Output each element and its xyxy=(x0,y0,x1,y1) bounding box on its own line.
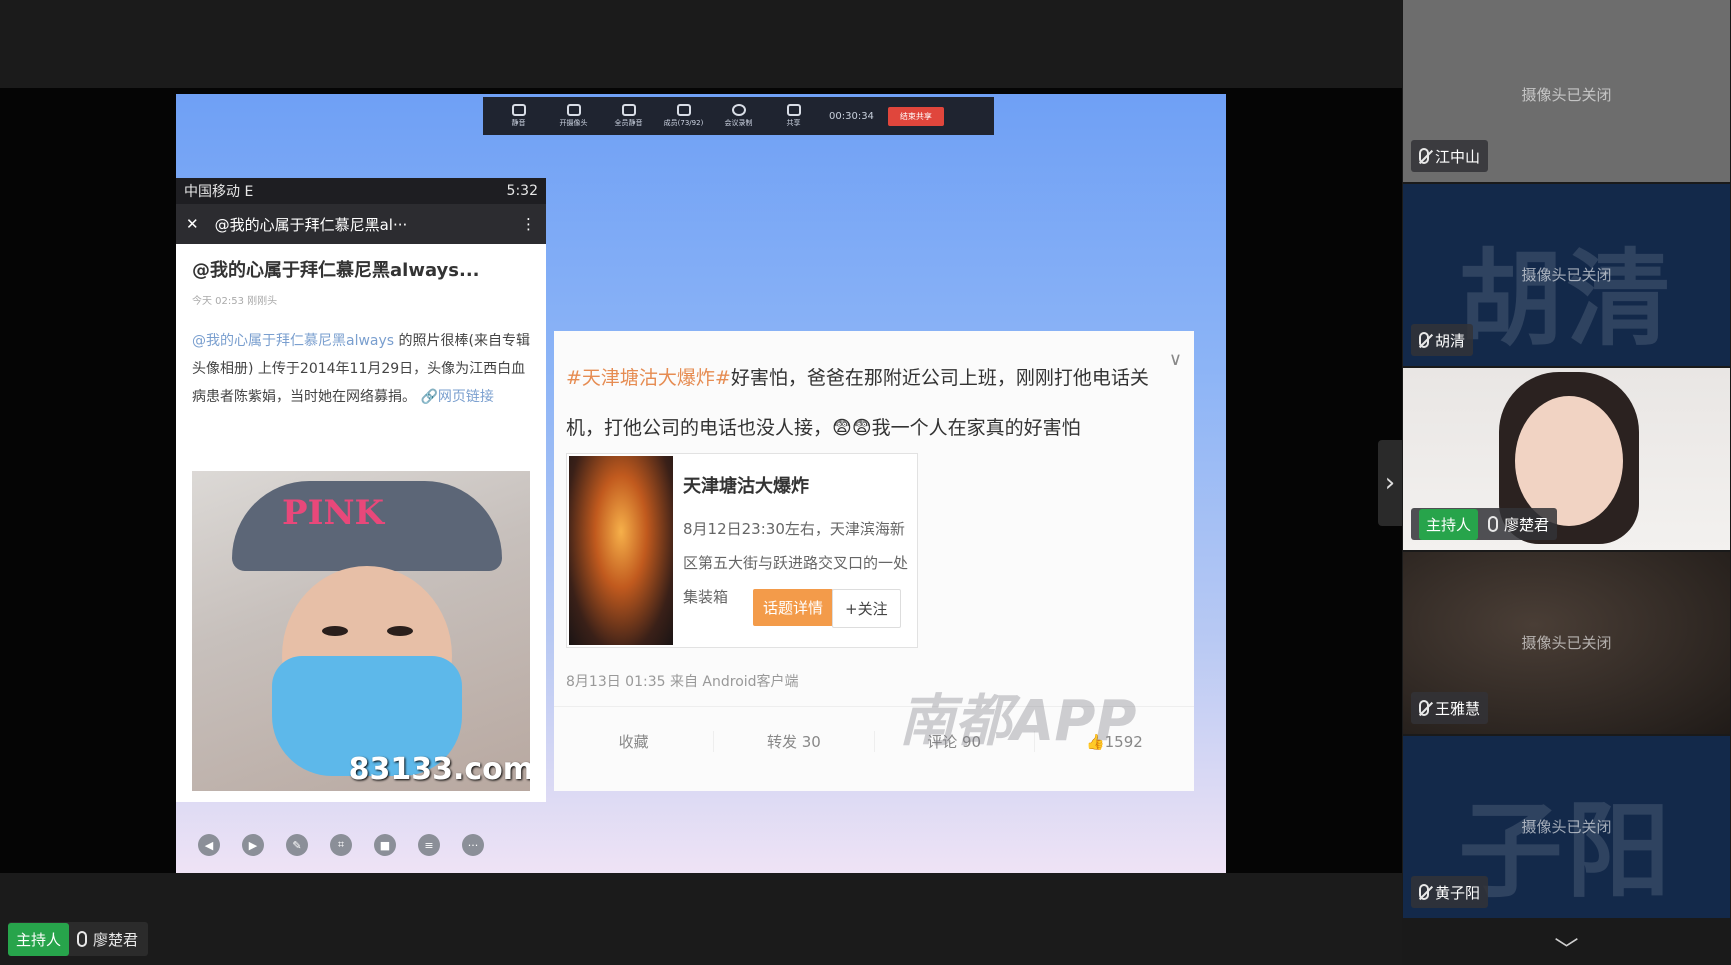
meeting-toolbar: 静音 开摄像头 全员静音 成员(73/92) 会议录制 共享 00:30:34 … xyxy=(483,97,994,135)
phone-screenshot: 中国移动 E 5:32 ✕ @我的心属于拜仁慕尼黑al··· ⋮ @我的心属于拜… xyxy=(176,178,546,802)
participant-panel: ︿ 摄像头已关闭 江中山 胡清 摄像头已关闭 胡清 主持人廖楚君 摄像头已关闭 … xyxy=(1402,0,1731,965)
participant-tile[interactable]: 主持人 廖楚君 xyxy=(1403,368,1730,550)
camera-button[interactable]: 开摄像头 xyxy=(546,104,601,128)
next-icon[interactable]: ▶ xyxy=(242,834,264,856)
record-button[interactable]: 会议录制 xyxy=(711,104,766,128)
mic-muted-icon xyxy=(1419,332,1429,348)
pen-icon[interactable]: ✎ xyxy=(286,834,308,856)
camera-off-label: 摄像头已关闭 xyxy=(1521,634,1612,652)
members-icon xyxy=(676,104,691,116)
phone-nav-title: @我的心属于拜仁慕尼黑al··· xyxy=(214,215,408,234)
topic-detail-button: 话题详情 xyxy=(753,589,834,626)
video-face-shape xyxy=(1515,396,1623,526)
post-meta: 今天 02:53 刚刚头 xyxy=(192,296,278,307)
phone-time: 5:32 xyxy=(506,183,538,199)
mute-all-button[interactable]: 全员静音 xyxy=(601,104,656,128)
meeting-timer: 00:30:34 xyxy=(829,110,874,122)
post-title: @我的心属于拜仁慕尼黑always... xyxy=(192,260,480,281)
mic-muted-icon xyxy=(1419,884,1429,900)
emoji-icon: 😨😨 xyxy=(832,417,872,439)
chevron-down-icon[interactable]: ﹀ xyxy=(1402,930,1731,965)
collapse-panel-button[interactable]: › xyxy=(1378,440,1402,526)
participant-nametag: 王雅慧 xyxy=(1411,692,1489,724)
photo-watermark: 83133.com xyxy=(348,752,530,787)
participant-tile[interactable]: 子阳 摄像头已关闭 黄子阳 xyxy=(1403,736,1730,918)
post-link: 网页链接 xyxy=(437,389,494,405)
carrier-label: 中国移动 E xyxy=(184,184,254,200)
weibo-post: #天津塘沽大爆炸#好害怕，爸爸在那附近公司上班，刚刚打他电话关机，打他公司的电话… xyxy=(554,331,1194,791)
share-screen-icon xyxy=(786,104,801,116)
participant-nametag: 黄子阳 xyxy=(1411,876,1489,908)
participant-nametag: 主持人 廖楚君 xyxy=(1411,508,1558,540)
follow-button: +关注 xyxy=(832,589,901,628)
repost-action: 转发 30 xyxy=(714,731,875,752)
share-button[interactable]: 共享 xyxy=(766,104,821,128)
screenshot-icon[interactable]: ⌗ xyxy=(330,834,352,856)
explosion-image xyxy=(569,456,673,645)
mic-icon xyxy=(77,931,88,947)
link-icon: 🔗 xyxy=(420,389,438,405)
more-icon[interactable]: ··· xyxy=(462,834,484,856)
shared-slide: 静音 开摄像头 全员静音 成员(73/92) 会议录制 共享 00:30:34 … xyxy=(176,94,1226,873)
camera-icon xyxy=(566,104,581,116)
chevron-down-icon: ∨ xyxy=(1168,349,1182,370)
weibo-text: #天津塘沽大爆炸#好害怕，爸爸在那附近公司上班，刚刚打他电话关机，打他公司的电话… xyxy=(566,367,1149,439)
more-icon: ⋮ xyxy=(521,215,536,233)
news-title: 天津塘沽大爆炸 xyxy=(683,476,809,497)
eye-right xyxy=(387,626,413,636)
weibo-watermark: 南都APP xyxy=(899,689,1137,754)
close-icon: ✕ xyxy=(186,215,199,233)
mic-icon xyxy=(1488,516,1499,532)
participant-nametag: 胡清 xyxy=(1411,324,1474,356)
mic-muted-icon xyxy=(1419,700,1429,716)
phone-nav-bar: ✕ @我的心属于拜仁慕尼黑al··· ⋮ xyxy=(176,204,546,244)
shared-screen-frame: 静音 开摄像头 全员静音 成员(73/92) 会议录制 共享 00:30:34 … xyxy=(0,88,1402,873)
mic-muted-icon xyxy=(1419,148,1429,164)
members-button[interactable]: 成员(73/92) xyxy=(656,104,711,128)
camera-off-label: 摄像头已关闭 xyxy=(1521,818,1612,836)
chevron-right-icon: › xyxy=(1384,468,1396,498)
post-mention: @我的心属于拜仁慕尼黑always xyxy=(192,333,395,349)
host-name: 廖楚君 xyxy=(93,930,139,949)
people-icon xyxy=(621,104,636,116)
mic-icon xyxy=(511,104,526,116)
cap-logo: PINK xyxy=(282,493,385,533)
weibo-hashtag: #天津塘沽大爆炸# xyxy=(566,367,731,389)
favorite-action: 收藏 xyxy=(554,731,715,752)
subtitle-icon[interactable]: ≡ xyxy=(418,834,440,856)
active-speaker-label: 主持人 廖楚君 xyxy=(8,922,149,956)
weibo-time: 8月13日 01:35 来自 Android客户端 xyxy=(566,674,799,690)
mute-button[interactable]: 静音 xyxy=(491,104,546,128)
camera-off-label: 摄像头已关闭 xyxy=(1521,266,1612,284)
participant-tile[interactable]: 胡清 摄像头已关闭 胡清 xyxy=(1403,184,1730,366)
news-card: 天津塘沽大爆炸 8月12日23:30左右，天津滨海新区第五大街与跃进路交叉口的一… xyxy=(566,453,918,648)
video-icon[interactable]: ■ xyxy=(374,834,396,856)
meeting-window: 静音 开摄像头 全员静音 成员(73/92) 会议录制 共享 00:30:34 … xyxy=(0,0,1731,965)
end-share-button[interactable]: 结束共享 xyxy=(887,106,944,126)
phone-post: @我的心属于拜仁慕尼黑always... 今天 02:53 刚刚头 @我的心属于… xyxy=(176,244,546,423)
shared-screen-area: 静音 开摄像头 全员静音 成员(73/92) 会议录制 共享 00:30:34 … xyxy=(0,0,1402,965)
slide-tools: ◀ ▶ ✎ ⌗ ■ ≡ ··· xyxy=(198,834,484,856)
phone-status-bar: 中国移动 E 5:32 xyxy=(176,178,546,204)
participant-tile[interactable]: 摄像头已关闭 江中山 xyxy=(1403,0,1730,182)
record-icon xyxy=(731,104,746,116)
post-text: @我的心属于拜仁慕尼黑always 的照片很棒(来自专辑 头像相册) 上传于20… xyxy=(192,327,530,411)
host-badge: 主持人 xyxy=(1419,508,1479,540)
participant-tile[interactable]: 摄像头已关闭 王雅慧 xyxy=(1403,552,1730,734)
camera-off-label: 摄像头已关闭 xyxy=(1521,86,1612,104)
post-photo: PINK 83133.com xyxy=(192,471,530,791)
host-badge: 主持人 xyxy=(8,922,70,956)
eye-left xyxy=(322,626,348,636)
prev-icon[interactable]: ◀ xyxy=(198,834,220,856)
participant-nametag: 江中山 xyxy=(1411,140,1489,172)
